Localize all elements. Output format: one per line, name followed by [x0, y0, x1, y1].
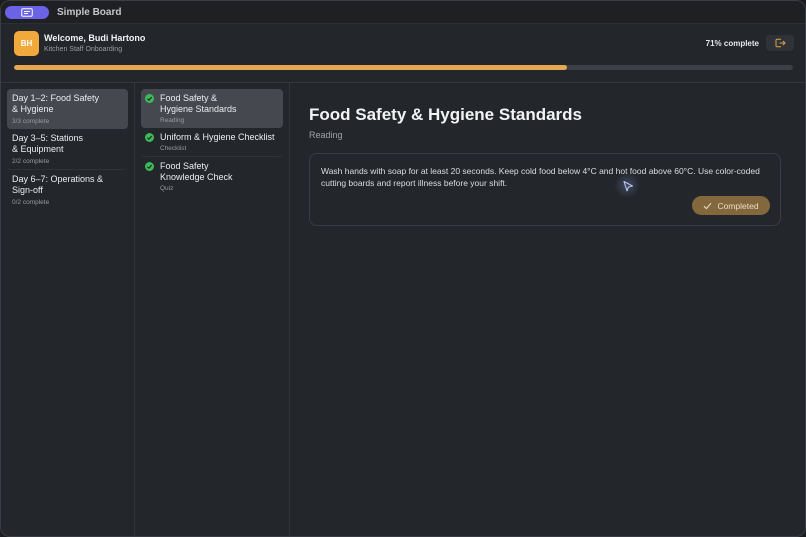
lesson-list: Food Safety & Hygiene Standards Reading …	[135, 83, 290, 536]
lesson-item-3[interactable]: Food Safety Knowledge Check Quiz	[141, 157, 283, 196]
day-item-2[interactable]: Day 3–5: Stations & Equipment 2/2 comple…	[7, 129, 128, 170]
completed-label: Completed	[717, 200, 759, 211]
completed-button[interactable]: Completed	[692, 196, 770, 215]
app-switcher-button[interactable]	[5, 5, 49, 19]
checkmark-icon	[704, 202, 712, 209]
check-circle-icon	[145, 94, 154, 103]
day-title: Day 3–5: Stations & Equipment	[12, 133, 84, 154]
onboarding-header: BH Welcome, Budi Hartono Kitchen Staff O…	[1, 24, 805, 82]
title-bar: Simple Board	[1, 1, 805, 24]
progress-percent: 71% complete	[705, 39, 759, 48]
content-area: Day 1–2: Food Safety & Hygiene 3/3 compl…	[1, 82, 805, 536]
lesson-content-text: Wash hands with soap for at least 20 sec…	[321, 166, 760, 188]
program-subtitle: Kitchen Staff Onboarding	[44, 46, 123, 53]
check-circle-icon	[145, 133, 154, 142]
progress-bar	[14, 65, 793, 70]
lesson-type: Reading	[160, 117, 185, 124]
lesson-item-1[interactable]: Food Safety & Hygiene Standards Reading	[141, 89, 283, 128]
day-status: 3/3 complete	[12, 118, 50, 125]
day-item-3[interactable]: Day 6–7: Operations & Sign-off 0/2 compl…	[7, 170, 128, 210]
app-title: Simple Board	[57, 6, 122, 18]
day-status: 2/2 complete	[12, 158, 50, 165]
avatar: BH	[14, 31, 39, 56]
day-list: Day 1–2: Food Safety & Hygiene 3/3 compl…	[1, 83, 135, 536]
lesson-type-label: Reading	[309, 130, 343, 140]
day-title: Day 1–2: Food Safety & Hygiene	[12, 93, 100, 114]
lesson-title: Food Safety Knowledge Check	[160, 161, 233, 182]
lesson-title: Food Safety & Hygiene Standards	[160, 93, 237, 114]
page-title: Food Safety & Hygiene Standards	[309, 105, 582, 124]
lesson-detail: Food Safety & Hygiene Standards Reading …	[290, 83, 805, 536]
lesson-type: Checklist	[160, 145, 187, 152]
day-title: Day 6–7: Operations & Sign-off	[12, 174, 104, 195]
board-icon	[21, 7, 33, 17]
lesson-content-card: Wash hands with soap for at least 20 sec…	[309, 153, 781, 226]
lesson-type: Quiz	[160, 185, 174, 192]
mouse-pointer-icon	[623, 180, 634, 192]
check-circle-icon	[145, 162, 154, 171]
lesson-title: Uniform & Hygiene Checklist	[160, 132, 275, 142]
welcome-text: Welcome, Budi Hartono	[44, 33, 146, 43]
lesson-item-2[interactable]: Uniform & Hygiene Checklist Checklist	[141, 128, 283, 157]
logout-icon	[775, 38, 786, 48]
day-item-1[interactable]: Day 1–2: Food Safety & Hygiene 3/3 compl…	[7, 89, 128, 129]
exit-button[interactable]	[766, 35, 794, 51]
progress-fill	[14, 65, 568, 70]
day-status: 0/2 complete	[12, 199, 50, 206]
app-window: Simple Board BH Welcome, Budi Hartono Ki…	[0, 0, 806, 537]
